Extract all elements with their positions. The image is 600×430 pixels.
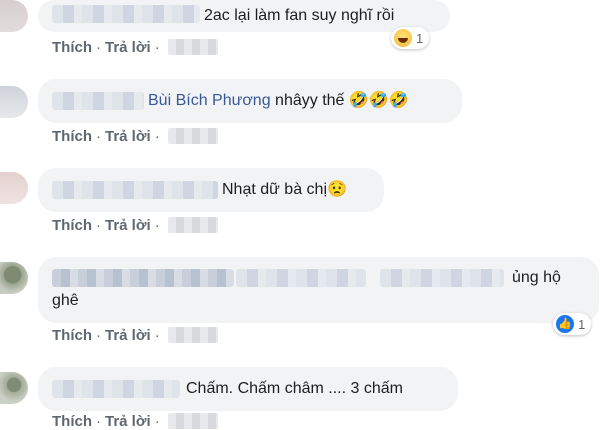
like-link[interactable]: Thích [52,217,92,234]
dot-separator: · [154,128,160,145]
comment-bubble: ủng hộ ghê [38,257,599,323]
reply-link[interactable]: Trả lời [105,39,151,56]
comment-actions: Thích · Trả lời · [52,39,218,56]
blurred-timestamp [167,217,218,233]
comment-actions: Thích · Trả lời · [52,327,218,344]
like-link[interactable]: Thích [52,413,92,430]
reply-link[interactable]: Trả lời [105,217,151,234]
comment-actions: Thích · Trả lời · [52,128,218,145]
reaction-summary[interactable]: 1 [391,27,430,49]
reply-link[interactable]: Trả lời [105,327,151,344]
dot-separator: · [96,327,101,344]
avatar[interactable] [0,262,28,294]
reply-link[interactable]: Trả lời [105,128,151,145]
comment-bubble: Nhạt dữ bà chị😟 [38,168,384,212]
comment-text: ủng hộ [512,269,561,286]
avatar[interactable] [0,372,28,404]
comment-text: ghê [52,292,79,309]
blurred-author-name [52,269,234,287]
reaction-count: 1 [416,30,424,46]
dot-separator: · [154,39,160,56]
blurred-timestamp [167,128,218,144]
avatar[interactable] [0,172,28,204]
blurred-timestamp [167,39,218,55]
reaction-summary[interactable]: 👍 1 [553,313,592,335]
dot-separator: · [96,128,101,145]
blurred-author-name [52,92,144,110]
comment-text: Nhạt dữ bà chị😟 [222,181,347,198]
comment-bubble: Chấm. Chấm châm .... 3 chấm [38,367,458,411]
blurred-author-name [52,181,218,199]
like-link[interactable]: Thích [52,39,92,56]
thumbs-up-icon: 👍 [556,315,574,333]
comment-text: 2ac lại làm fan suy nghĩ rồi [204,7,395,24]
dot-separator: · [154,217,160,234]
dot-separator: · [154,413,160,430]
comment-actions: Thích · Trả lời · [52,217,218,234]
comment-actions: Thích · Trả lời · [52,413,218,430]
blurred-timestamp [167,413,218,429]
like-link[interactable]: Thích [52,327,92,344]
dot-separator: · [154,327,160,344]
blurred-author-name [52,5,200,23]
dot-separator: · [96,217,101,234]
comment-content: Bùi Bích Phương nhâyy thế 🤣🤣🤣 [148,90,409,112]
blurred-comment-text [236,269,366,287]
blurred-comment-text [380,269,504,287]
blurred-author-name [52,380,180,398]
blurred-timestamp [167,327,218,343]
reply-link[interactable]: Trả lời [105,413,151,430]
like-link[interactable]: Thích [52,128,92,145]
avatar[interactable] [0,0,28,32]
comment-text: Chấm. Chấm châm .... 3 chấm [186,380,403,397]
avatar[interactable] [0,86,28,118]
reaction-count: 1 [578,316,586,332]
comment-text: nhâyy thế 🤣🤣🤣 [270,92,409,109]
mention-link[interactable]: Bùi Bích Phương [148,92,271,109]
dot-separator: · [96,39,101,56]
comment-bubble: 2ac lại làm fan suy nghĩ rồi [38,0,450,32]
haha-icon [394,29,412,47]
comment-bubble: Bùi Bích Phương nhâyy thế 🤣🤣🤣 [38,79,462,123]
dot-separator: · [96,413,101,430]
